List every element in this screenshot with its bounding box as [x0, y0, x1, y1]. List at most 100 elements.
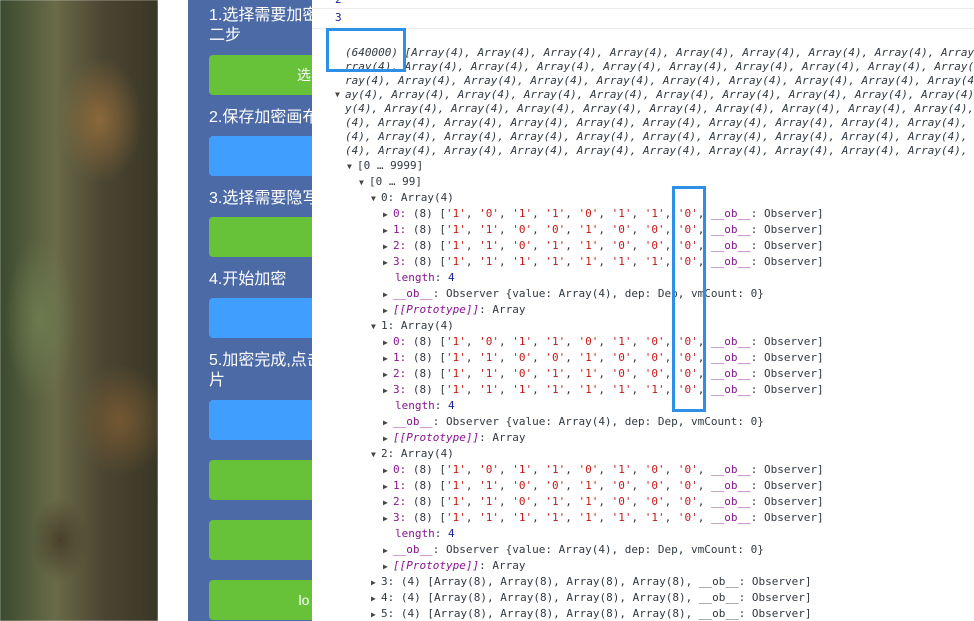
bit-value: '1' [578, 383, 599, 396]
comma: , [499, 383, 513, 396]
bit-value: '1' [545, 495, 566, 508]
expand-triangle-closed-icon: ▶ [383, 514, 388, 523]
comma: , [532, 479, 546, 492]
range-node-outer[interactable]: ▼ [0 … 9999] [347, 159, 423, 173]
comma: , [499, 223, 513, 236]
bit-value: '0' [644, 351, 665, 364]
observer-property[interactable]: ▶ __ob__: Observer {value: Array(4), dep:… [383, 287, 764, 301]
save-canvas-button[interactable] [209, 136, 312, 176]
bit-value: '0' [578, 207, 599, 220]
comma: , [499, 495, 513, 508]
bit-value: '1' [545, 207, 566, 220]
array-row[interactable]: ▶ 1: (8) ['1', '1', '0', '0', '1', '0', '… [383, 223, 824, 237]
prototype-property[interactable]: ▶ [[Prototype]]: Array [383, 431, 525, 445]
array-row[interactable]: ▶ 2: (8) ['1', '1', '0', '1', '1', '0', '… [383, 495, 824, 509]
array-row[interactable]: ▶ 1: (8) ['1', '1', '0', '0', '1', '0', '… [383, 351, 824, 365]
comma: , [465, 207, 480, 220]
comma: , [499, 351, 513, 364]
bit-value: '0' [644, 335, 665, 348]
expand-triangle-closed-icon: ▶ [371, 594, 376, 603]
expand-triangle-closed-icon: ▶ [383, 466, 388, 475]
array-group-node[interactable]: ▼ 1: Array(4) [371, 319, 454, 333]
row-index: 3: [393, 511, 407, 524]
array-row[interactable]: ▶ 3: (8) ['1', '1', '1', '1', '1', '1', '… [383, 255, 824, 269]
array-group-node[interactable]: ▼ 2: Array(4) [371, 447, 454, 461]
expand-triangle-closed-icon: ▶ [371, 610, 376, 619]
collapsed-array-node[interactable]: ▶ 5: (4) [Array(8), Array(8), Array(8), A… [371, 607, 811, 621]
bit-value: '1' [446, 463, 466, 476]
expand-triangle-closed-icon: ▶ [383, 386, 388, 395]
comma: , [565, 511, 579, 524]
length-property: length: 4 [395, 399, 455, 413]
comma: , [532, 351, 546, 364]
select-hidden-button[interactable] [209, 217, 312, 257]
ob-value: : Observer] [750, 367, 824, 380]
bit-value: '0' [479, 207, 499, 220]
array-row[interactable]: ▶ 0: (8) ['1', '0', '1', '1', '0', '1', '… [383, 207, 824, 221]
bit-value: '1' [479, 479, 499, 492]
collapsed-array-node[interactable]: ▶ 3: (4) [Array(8), Array(8), Array(8), A… [371, 575, 811, 589]
bit-value: '1' [446, 207, 466, 220]
array-row[interactable]: ▶ 1: (8) ['1', '1', '0', '0', '1', '0', '… [383, 479, 824, 493]
ob-value: : Observer] [750, 479, 824, 492]
download-button[interactable] [209, 400, 312, 440]
extra-button-2[interactable] [209, 520, 312, 560]
bit-value: '0' [578, 463, 599, 476]
bit-value: '0' [644, 223, 665, 236]
bit-value: '1' [578, 239, 599, 252]
observer-property[interactable]: ▶ __ob__: Observer {value: Array(4), dep:… [383, 415, 764, 429]
array-row[interactable]: ▶ 3: (8) ['1', '1', '1', '1', '1', '1', '… [383, 511, 824, 525]
comma: , [565, 383, 579, 396]
ob-key: __ob__ [711, 383, 751, 396]
bit-value: '0' [677, 463, 698, 476]
array-row[interactable]: ▶ 0: (8) ['1', '0', '1', '1', '0', '1', '… [383, 335, 824, 349]
comma: , [465, 351, 480, 364]
comma: , [697, 495, 711, 508]
row-prefix: (8) [ [406, 463, 446, 476]
bit-value: '1' [446, 367, 466, 380]
row-prefix: (8) [ [406, 239, 446, 252]
observer-property[interactable]: ▶ __ob__: Observer {value: Array(4), dep:… [383, 543, 764, 557]
bit-value: '1' [479, 255, 499, 268]
step-5-label: 5.加密完成,点击片 [209, 352, 312, 389]
select-image-button[interactable]: 选 [209, 55, 312, 95]
bit-value: '1' [512, 383, 533, 396]
array-summary-line: rray(4), Array(4), Array(4), Array(4), A… [345, 60, 974, 74]
array-row[interactable]: ▶ 0: (8) ['1', '0', '1', '1', '0', '1', '… [383, 463, 824, 477]
comma: , [598, 223, 612, 236]
load-button[interactable]: lo [209, 580, 312, 620]
array-group-node[interactable]: ▼ 0: Array(4) [371, 191, 454, 205]
bit-value: '0' [677, 511, 698, 524]
expand-triangle-closed-icon: ▶ [383, 498, 388, 507]
collapsed-array-node[interactable]: ▶ 4: (4) [Array(8), Array(8), Array(8), A… [371, 591, 811, 605]
array-row[interactable]: ▶ 2: (8) ['1', '1', '0', '1', '1', '0', '… [383, 239, 824, 253]
comma: , [465, 255, 480, 268]
row-index: 2: [393, 367, 407, 380]
comma: , [598, 335, 612, 348]
bit-value: '0' [512, 239, 533, 252]
ob-key: __ob__ [711, 367, 751, 380]
extra-button-1[interactable] [209, 460, 312, 500]
comma: , [631, 367, 645, 380]
array-summary-line: (4), Array(4), Array(4), Array(4), Array… [345, 144, 974, 158]
comma: , [664, 495, 678, 508]
prototype-property[interactable]: ▶ [[Prototype]]: Array [383, 559, 525, 573]
row-prefix: (8) [ [406, 367, 446, 380]
bit-value: '0' [644, 239, 665, 252]
start-encrypt-button[interactable] [209, 298, 312, 338]
range-node-inner[interactable]: ▼ [0 … 99] [359, 175, 422, 189]
comma: , [465, 335, 480, 348]
ob-key: __ob__ [711, 255, 751, 268]
array-summary-line: ray(4), Array(4), Array(4), Array(4), Ar… [345, 74, 974, 88]
bit-value: '1' [479, 223, 499, 236]
comma: , [532, 367, 546, 380]
ob-value: : Observer] [750, 239, 824, 252]
bit-value: '0' [512, 351, 533, 364]
log-separator [312, 8, 974, 9]
comma: , [631, 335, 645, 348]
prototype-property[interactable]: ▶ [[Prototype]]: Array [383, 303, 525, 317]
array-row[interactable]: ▶ 2: (8) ['1', '1', '0', '1', '1', '0', '… [383, 367, 824, 381]
array-row[interactable]: ▶ 3: (8) ['1', '1', '1', '1', '1', '1', '… [383, 383, 824, 397]
comma: , [532, 223, 546, 236]
expand-triangle-closed-icon: ▶ [383, 338, 388, 347]
